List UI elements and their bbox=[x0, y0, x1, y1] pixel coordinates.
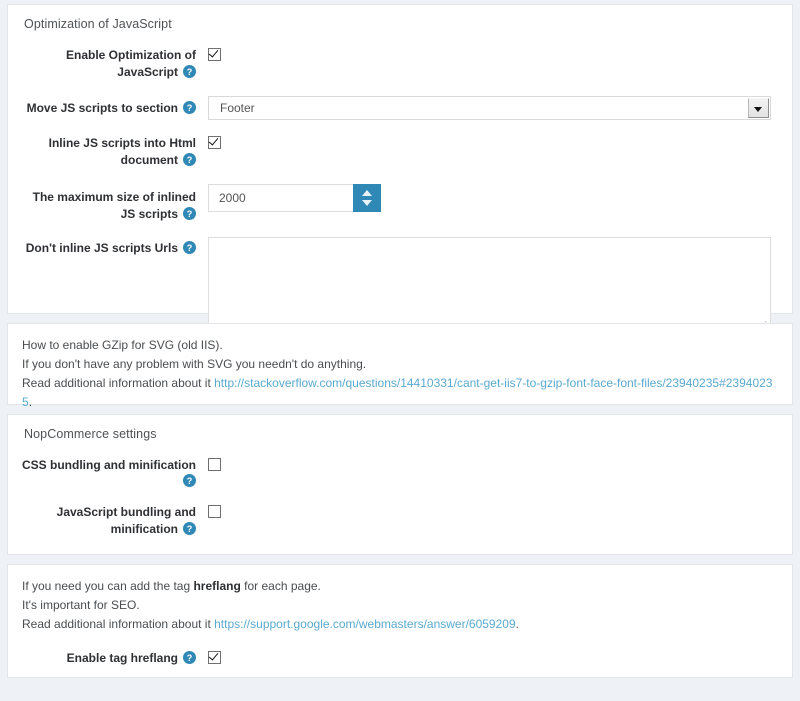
settings-page: Optimization of JavaScript Enable Optimi… bbox=[0, 0, 800, 701]
gzip-read-more-prefix: Read additional information about it bbox=[22, 376, 215, 390]
svg-text:?: ? bbox=[187, 653, 193, 663]
form-row-enable-hreflang: Enable tag hreflang? bbox=[22, 648, 778, 667]
gzip-info-line-3: Read additional information about it htt… bbox=[22, 374, 778, 412]
checkbox-enable-optimization[interactable] bbox=[208, 48, 221, 61]
panel-js-optimization: Optimization of JavaScript Enable Optimi… bbox=[7, 4, 793, 332]
caret-down-icon[interactable] bbox=[362, 200, 372, 206]
checkbox-css-bundling[interactable] bbox=[208, 458, 221, 471]
select-move-js-section[interactable]: Footer bbox=[208, 96, 771, 120]
label-move-js-section: Move JS scripts to section bbox=[26, 101, 178, 115]
panel-hreflang: If you need you can add the tag hreflang… bbox=[7, 564, 793, 678]
question-circle-icon[interactable]: ? bbox=[183, 522, 196, 535]
max-inline-size-input[interactable]: 2000 bbox=[208, 184, 353, 212]
control-cell bbox=[196, 502, 778, 521]
svg-text:?: ? bbox=[187, 243, 193, 253]
spinner-buttons[interactable] bbox=[353, 184, 381, 212]
label-dont-inline-urls: Don't inline JS scripts Urls bbox=[25, 241, 178, 255]
form-row-inline-js: Inline JS scripts into Html document? bbox=[22, 133, 778, 169]
panel-nopcommerce-settings: NopCommerce settings CSS bundling and mi… bbox=[7, 414, 793, 555]
control-cell bbox=[196, 45, 778, 64]
form-row-css-bundling: CSS bundling and minification? bbox=[22, 455, 778, 488]
checkbox-js-bundling[interactable] bbox=[208, 505, 221, 518]
question-circle-icon[interactable]: ? bbox=[183, 101, 196, 114]
control-cell: Footer bbox=[196, 95, 778, 120]
label-css-bundling: CSS bundling and minification bbox=[22, 458, 196, 472]
gzip-info-line-1: How to enable GZip for SVG (old IIS). bbox=[22, 338, 223, 352]
question-circle-icon[interactable]: ? bbox=[183, 474, 196, 487]
hreflang-info-line-2: It's important for SEO. bbox=[22, 598, 140, 612]
hreflang-info-line-3: Read additional information about it htt… bbox=[22, 615, 778, 634]
svg-text:?: ? bbox=[187, 524, 193, 534]
section-title-nopcommerce: NopCommerce settings bbox=[24, 427, 157, 441]
caret-down-icon[interactable] bbox=[748, 98, 769, 118]
svg-text:?: ? bbox=[187, 103, 193, 113]
svg-text:?: ? bbox=[187, 209, 193, 219]
question-circle-icon[interactable]: ? bbox=[183, 207, 196, 220]
hreflang-line1-bold: hreflang bbox=[193, 579, 241, 593]
label-cell: Don't inline JS scripts Urls? bbox=[22, 236, 196, 257]
label-enable-optimization: Enable Optimization of JavaScript bbox=[65, 48, 196, 79]
hreflang-line1-suffix: for each page. bbox=[240, 579, 321, 593]
hreflang-info-line-1: If you need you can add the tag hreflang… bbox=[22, 577, 778, 596]
control-cell: 2000 bbox=[196, 183, 778, 212]
control-cell bbox=[196, 236, 778, 332]
form-row-move-js-section: Move JS scripts to section? Footer bbox=[22, 95, 778, 120]
question-circle-icon[interactable]: ? bbox=[183, 65, 196, 78]
section-title-js-optimization: Optimization of JavaScript bbox=[24, 17, 172, 31]
textarea-dont-inline-urls[interactable] bbox=[208, 237, 771, 332]
panel-gzip-info: How to enable GZip for SVG (old IIS). If… bbox=[7, 323, 793, 409]
label-cell: Enable tag hreflang? bbox=[22, 648, 196, 667]
label-cell: Move JS scripts to section? bbox=[22, 95, 196, 117]
gzip-info-line-2: If you don't have any problem with SVG y… bbox=[22, 357, 367, 371]
caret-up-icon[interactable] bbox=[362, 190, 372, 196]
select-value: Footer bbox=[220, 101, 255, 115]
hreflang-read-more-prefix: Read additional information about it bbox=[22, 617, 215, 631]
label-enable-hreflang: Enable tag hreflang bbox=[66, 651, 178, 665]
form-row-dont-inline-urls: Don't inline JS scripts Urls? bbox=[22, 236, 778, 332]
label-cell: JavaScript bundling and minification? bbox=[22, 502, 196, 538]
hreflang-read-more-suffix: . bbox=[515, 617, 519, 631]
checkbox-enable-hreflang[interactable] bbox=[208, 651, 221, 664]
form-row-js-bundling: JavaScript bundling and minification? bbox=[22, 502, 778, 538]
question-circle-icon[interactable]: ? bbox=[183, 651, 196, 664]
checkbox-inline-js[interactable] bbox=[208, 136, 221, 149]
gzip-read-more-suffix: . bbox=[28, 395, 33, 409]
hreflang-line1-prefix: If you need you can add the tag bbox=[22, 579, 194, 593]
control-cell bbox=[196, 455, 778, 474]
number-field-max-inline-size[interactable]: 2000 bbox=[208, 184, 381, 212]
svg-text:?: ? bbox=[187, 155, 193, 165]
question-circle-icon[interactable]: ? bbox=[183, 153, 196, 166]
hreflang-google-support-link[interactable]: https://support.google.com/webmasters/an… bbox=[214, 617, 516, 631]
svg-text:?: ? bbox=[187, 67, 193, 77]
label-max-inline-size: The maximum size of inlined JS scripts bbox=[32, 190, 196, 221]
label-cell: Enable Optimization of JavaScript? bbox=[22, 45, 196, 81]
control-cell bbox=[196, 133, 778, 152]
label-inline-js: Inline JS scripts into Html document bbox=[48, 136, 196, 167]
label-cell: CSS bundling and minification? bbox=[22, 455, 196, 488]
svg-text:?: ? bbox=[187, 476, 193, 486]
label-js-bundling: JavaScript bundling and minification bbox=[56, 505, 196, 536]
control-cell bbox=[196, 648, 778, 667]
form-row-enable-optimization: Enable Optimization of JavaScript? bbox=[22, 45, 778, 81]
form-row-max-inline-size: The maximum size of inlined JS scripts? … bbox=[22, 183, 778, 223]
question-circle-icon[interactable]: ? bbox=[183, 241, 196, 254]
label-cell: The maximum size of inlined JS scripts? bbox=[22, 183, 196, 223]
label-cell: Inline JS scripts into Html document? bbox=[22, 133, 196, 169]
